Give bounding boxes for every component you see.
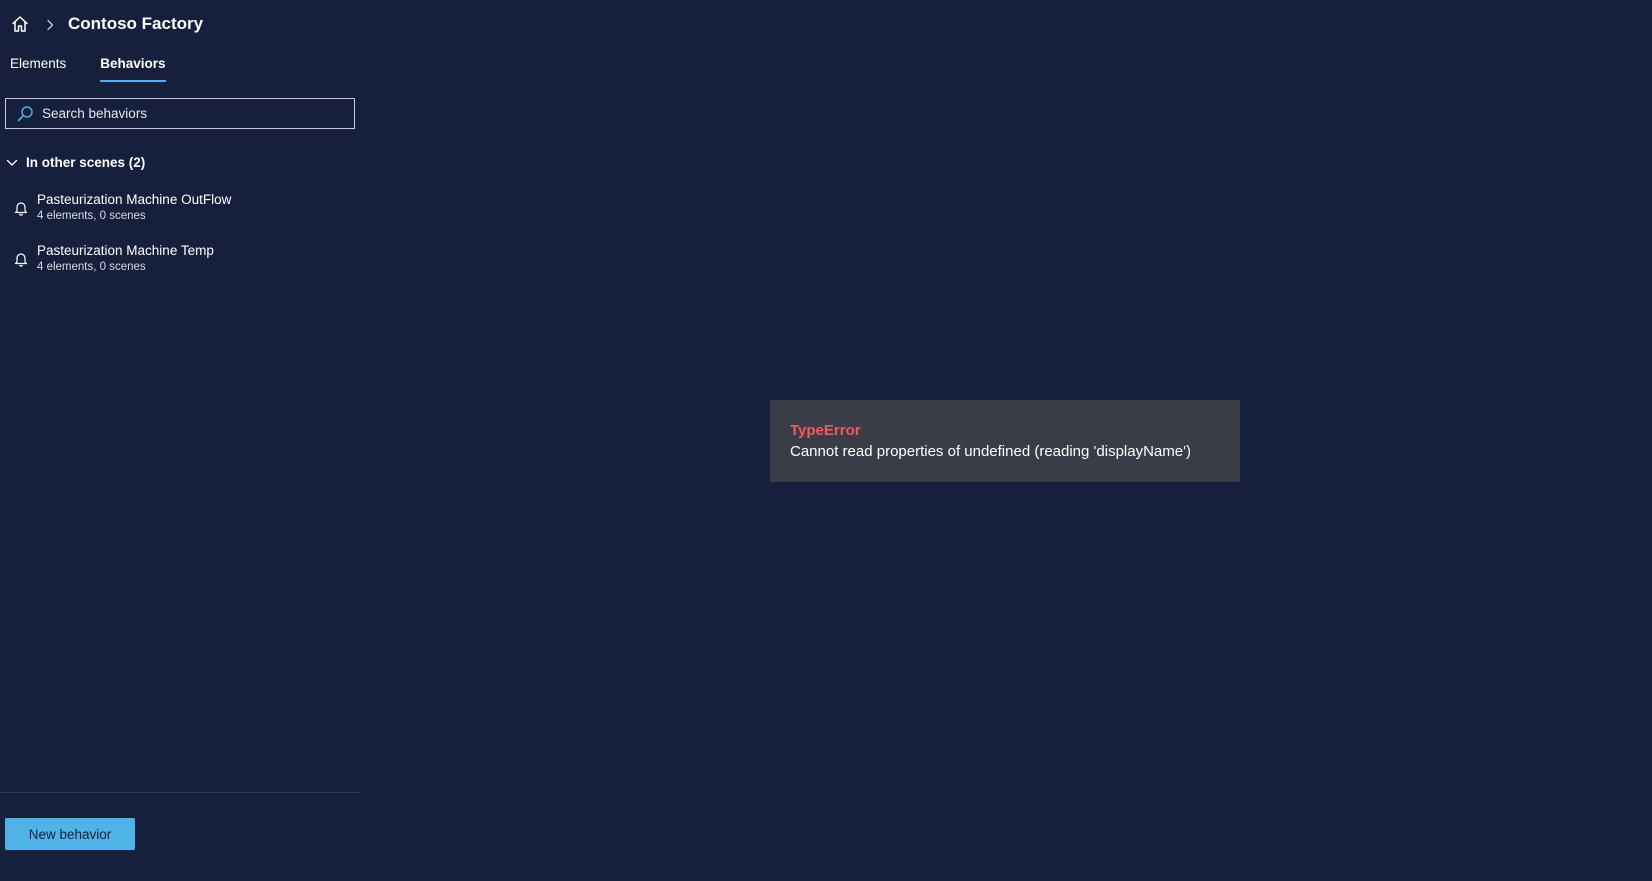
tab-behaviors[interactable]: Behaviors [90, 52, 175, 84]
chevron-right-icon [44, 18, 56, 31]
behavior-text: Pasteurization Machine Temp 4 elements, … [37, 239, 214, 276]
panel-divider [0, 792, 360, 793]
error-card: TypeError Cannot read properties of unde… [770, 400, 1240, 482]
search-input[interactable] [42, 99, 354, 128]
error-title: TypeError [790, 422, 861, 439]
search-box [5, 98, 355, 129]
group-label: In other scenes (2) [26, 154, 146, 170]
behavior-meta: 4 elements, 0 scenes [37, 210, 146, 222]
behavior-text: Pasteurization Machine OutFlow 4 element… [37, 188, 231, 225]
search-icon [16, 105, 34, 123]
behavior-list: Pasteurization Machine OutFlow 4 element… [0, 188, 360, 290]
behavior-meta: 4 elements, 0 scenes [37, 261, 146, 273]
error-message: Cannot read properties of undefined (rea… [790, 443, 1191, 460]
chevron-down-icon [6, 156, 18, 168]
behavior-name: Pasteurization Machine Temp [37, 243, 214, 258]
new-behavior-button[interactable]: New behavior [5, 818, 135, 850]
page-title: Contoso Factory [68, 14, 204, 33]
bell-icon [14, 200, 28, 216]
group-header-other-scenes[interactable]: In other scenes (2) [6, 152, 145, 172]
behavior-name: Pasteurization Machine OutFlow [37, 192, 232, 207]
bell-icon [14, 251, 28, 267]
app-root: Contoso Factory Elements Behaviors In ot… [0, 0, 1652, 881]
behaviors-panel: Contoso Factory Elements Behaviors In ot… [0, 0, 360, 881]
tab-elements[interactable]: Elements [0, 52, 76, 84]
list-item[interactable]: Pasteurization Machine OutFlow 4 element… [0, 188, 360, 239]
breadcrumb: Contoso Factory [10, 12, 203, 36]
home-icon[interactable] [10, 14, 30, 34]
list-item[interactable]: Pasteurization Machine Temp 4 elements, … [0, 239, 360, 290]
tab-list: Elements Behaviors [0, 52, 182, 84]
